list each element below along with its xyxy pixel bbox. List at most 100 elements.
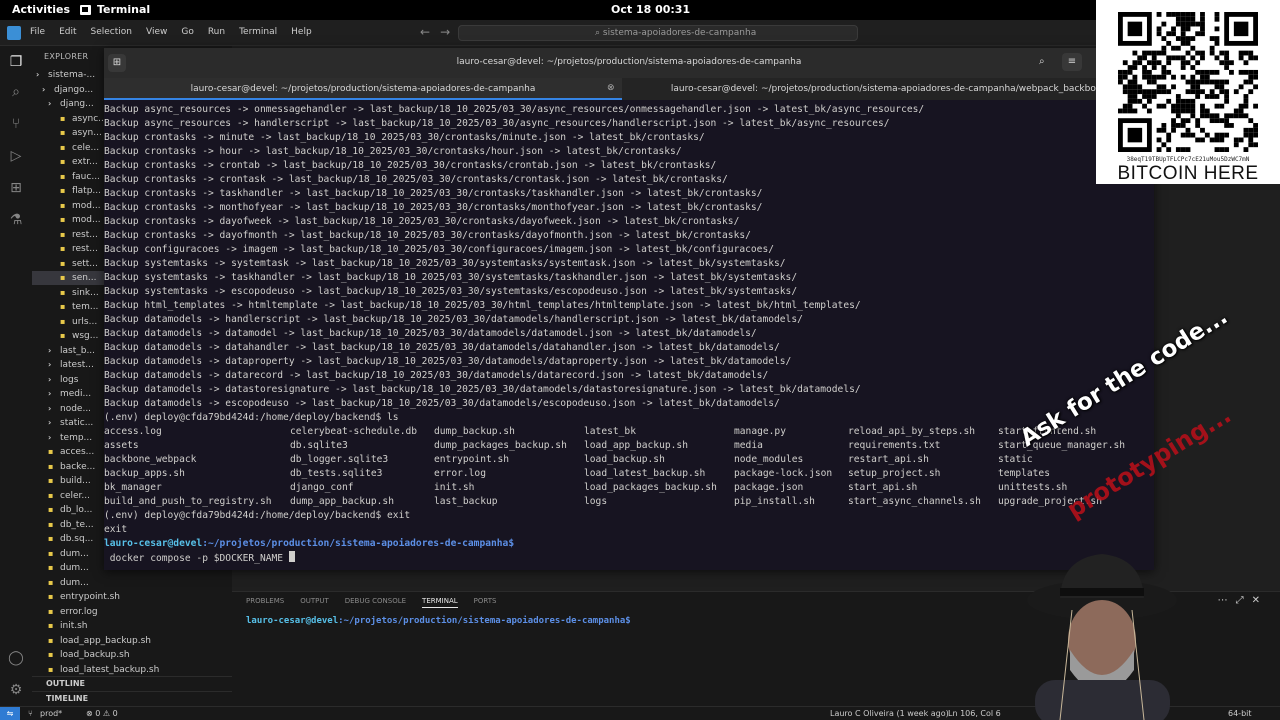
git-branch-icon[interactable]: ⑂ [28,707,33,720]
tree-file[interactable]: ▪ build... [48,474,91,488]
app-menu[interactable]: Terminal [80,3,150,16]
menu-item[interactable]: Selection [91,27,132,37]
tree-folder[interactable]: › last_b... [48,344,95,358]
tree-file[interactable]: ▪ sen... [60,271,97,285]
tree-file[interactable]: ▪ sett... [60,257,98,271]
tree-folder[interactable]: › logs [48,373,78,387]
tree-file[interactable]: ▪ db_lo... [48,503,92,517]
search-icon[interactable]: ⌕ [8,84,24,100]
back-arrow-icon[interactable]: ← [420,25,440,39]
menu-item[interactable]: File [30,27,45,37]
terminal-output[interactable]: Backup async_resources -> onmessagehandl… [104,103,1154,570]
timeline-section[interactable]: TIMELINE [32,691,232,705]
git-blame[interactable]: Lauro C Oliveira (1 week ago) [830,707,949,720]
tree-file[interactable]: ▪ entrypoint.sh [48,590,120,604]
tree-file[interactable]: ▪ mod... [60,213,101,227]
terminal-tab-2[interactable]: lauro-cesar@devel: ~/projetos/production… [624,78,1154,100]
extensions-icon[interactable]: ⊞ [8,180,24,196]
menu-item[interactable]: Go [181,27,193,37]
tree-file[interactable]: ▪ backe... [48,460,95,474]
nav-arrows[interactable]: ←→ [420,25,460,39]
more-icon[interactable]: ⋯ [1218,595,1236,606]
tree-folder[interactable]: › sistema-... [36,68,95,82]
tree-file[interactable]: ▪ init.sh [48,619,88,633]
command-center-search[interactable]: ⌕ sistema-apoiadores-de-campanha [458,25,858,41]
menu-item[interactable]: View [146,27,167,37]
file-icon: ▪ [48,490,54,500]
tree-folder[interactable]: › medi... [48,387,91,401]
outline-section[interactable]: OUTLINE [32,676,232,690]
tree-file[interactable]: ▪ celer... [48,489,90,503]
settings-gear-icon[interactable]: ⚙ [8,682,24,698]
tree-file[interactable]: ▪ acces... [48,445,94,459]
menu-item[interactable]: Help [291,27,312,37]
panel-tab[interactable]: DEBUG CONSOLE [345,597,406,608]
menu-item[interactable]: Edit [59,27,76,37]
clock[interactable]: Oct 18 00:31 [611,3,690,16]
tree-file[interactable]: ▪ wsg... [60,329,98,343]
qr-module [1180,108,1186,114]
panel-tab[interactable]: TERMINAL [422,597,458,608]
explorer-title: EXPLORER [44,52,89,61]
testing-icon[interactable]: ⚗ [8,212,24,228]
panel-actions[interactable]: ⋯⤢✕ [1218,595,1268,606]
menu-item[interactable]: Terminal [239,27,277,37]
problems-count[interactable]: ⊗ 0 ⚠ 0 [86,707,118,720]
tree-folder[interactable]: › latest... [48,358,94,372]
tree-file[interactable]: ▪ dum... [48,576,89,590]
ls-entry: backup_apps.sh [104,468,185,479]
tree-file[interactable]: ▪ urls... [60,315,97,329]
tree-file[interactable]: ▪ cele... [60,141,99,155]
tree-file[interactable]: ▪ load_backup.sh [48,648,130,662]
terminal-tab-1[interactable]: lauro-cesar@devel: ~/projetos/production… [104,78,622,100]
tree-folder[interactable]: › temp... [48,431,92,445]
tree-file[interactable]: ▪ fauc... [60,170,100,184]
tree-file[interactable]: ▪ sink... [60,286,99,300]
remote-indicator-icon[interactable]: ⇋ [0,707,20,720]
tree-file[interactable]: ▪ rest... [60,228,98,242]
tree-folder[interactable]: › django... [42,83,93,97]
tree-file[interactable]: ▪ dum... [48,561,89,575]
account-icon[interactable]: ◯ [8,650,24,666]
activities-button[interactable]: Activities [12,3,70,16]
tree-file[interactable]: ▪ db_te... [48,518,94,532]
tree-file[interactable]: ▪ db.sq... [48,532,93,546]
tree-file[interactable]: ▪ mod... [60,199,101,213]
panel-tab[interactable]: OUTPUT [300,597,329,608]
tree-file[interactable]: ▪ dum... [48,547,89,561]
maximize-icon[interactable]: ⤢ [1236,595,1252,606]
arch-indicator[interactable]: 64-bit [1228,707,1252,720]
menu-item[interactable]: Run [208,27,225,37]
tree-folder[interactable]: › node... [48,402,91,416]
panel-terminal-prompt[interactable]: lauro-cesar@devel:~/projetos/production/… [246,616,631,626]
qr-module [1171,55,1176,61]
search-icon[interactable]: ⌕ [1039,56,1045,67]
qr-module [1229,113,1234,119]
terminal-line: Backup crontasks -> hour -> last_backup/… [104,146,682,157]
ls-entry: manage.py [734,426,786,437]
files-icon[interactable]: ❐ [8,54,24,70]
panel-tab[interactable]: PORTS [474,597,497,608]
chevron-right-icon: › [48,345,52,355]
run-debug-icon[interactable]: ▷ [8,148,24,164]
tree-folder[interactable]: › djang... [48,97,94,111]
close-icon[interactable]: ✕ [1252,595,1268,606]
tree-file[interactable]: ▪ error.log [48,605,98,619]
tree-file[interactable]: ▪ load_latest_backup.sh [48,663,159,677]
tree-file[interactable]: ▪ asyn... [60,126,102,140]
text-cursor [288,551,295,562]
tree-file[interactable]: ▪ async... [60,112,107,126]
panel-tab[interactable]: PROBLEMS [246,597,284,608]
tree-file[interactable]: ▪ tem... [60,300,98,314]
tree-file[interactable]: ▪ rest... [60,242,98,256]
tree-file[interactable]: ▪ load_app_backup.sh [48,634,151,648]
qr-module [1243,147,1249,152]
source-control-icon[interactable]: ⑂ [8,116,24,132]
qr-module [1156,147,1162,152]
tree-file[interactable]: ▪ flatp... [60,184,101,198]
close-tab-icon[interactable]: ⊗ [607,83,615,93]
git-branch[interactable]: prod* [40,707,62,720]
hamburger-menu-icon[interactable]: ≡ [1062,53,1082,71]
tree-folder[interactable]: › static... [48,416,93,430]
tree-file[interactable]: ▪ extr... [60,155,98,169]
